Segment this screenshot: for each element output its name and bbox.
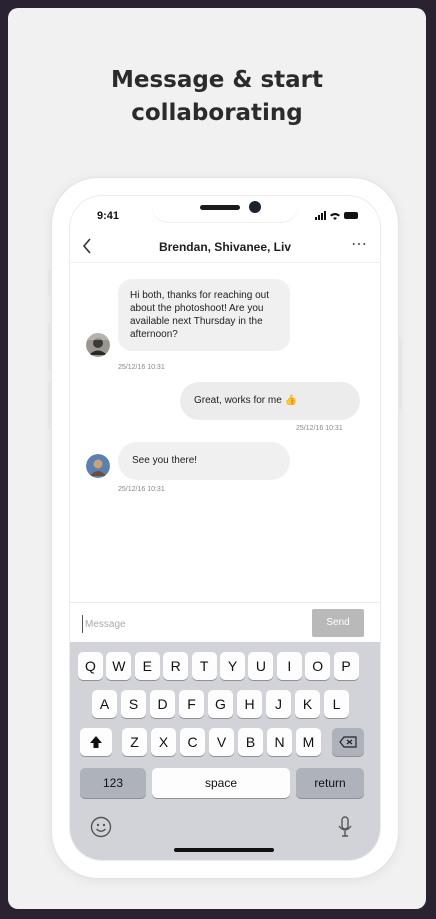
return-key[interactable]: return xyxy=(296,768,364,798)
shift-icon[interactable] xyxy=(80,728,112,756)
message-timestamp: 25/12/16 10:31 xyxy=(118,486,165,493)
key-y[interactable]: Y xyxy=(220,652,245,680)
key-a[interactable]: A xyxy=(92,690,117,718)
key-f[interactable]: F xyxy=(179,690,204,718)
key-h[interactable]: H xyxy=(237,690,262,718)
avatar xyxy=(86,333,110,357)
key-i[interactable]: I xyxy=(276,652,302,680)
send-button[interactable]: Send xyxy=(312,609,364,637)
key-g[interactable]: G xyxy=(208,690,233,718)
on-screen-keyboard: QWERTYUIOP ASDFGHJKL ZXCVBNM 123 space r… xyxy=(70,642,380,860)
key-s[interactable]: S xyxy=(121,690,146,718)
key-c[interactable]: C xyxy=(180,728,205,756)
phone-frame: 9:41 Brendan, Shivanee, Liv ⋯ Hi both, t… xyxy=(48,178,402,878)
key-o[interactable]: O xyxy=(305,652,331,680)
key-w[interactable]: W xyxy=(106,652,132,680)
message-bubble-outgoing: Great, works for me 👍 xyxy=(180,382,360,420)
key-b[interactable]: B xyxy=(238,728,263,756)
key-r[interactable]: R xyxy=(163,652,189,680)
signal-icon xyxy=(315,211,326,220)
message-text: Hi both, thanks for reaching out about t… xyxy=(130,290,269,340)
promo-card: Message & start collaborating 9:41 Brend… xyxy=(8,8,426,909)
message-text: See you there! xyxy=(132,455,198,466)
key-x[interactable]: X xyxy=(151,728,176,756)
phone-side-button xyxy=(48,322,52,370)
message-input[interactable] xyxy=(82,615,287,633)
key-m[interactable]: M xyxy=(296,728,321,756)
microphone-icon[interactable] xyxy=(337,816,353,838)
key-t[interactable]: T xyxy=(191,652,217,680)
message-timestamp: 25/12/16 10:31 xyxy=(118,364,165,371)
phone-side-button xyxy=(48,382,52,430)
notch xyxy=(152,196,298,222)
speaker xyxy=(200,205,240,210)
phone-side-button xyxy=(398,338,402,410)
phone-side-button xyxy=(48,270,52,296)
more-dots-icon[interactable]: ⋯ xyxy=(351,234,368,254)
key-e[interactable]: E xyxy=(134,652,160,680)
emoji-icon[interactable] xyxy=(90,816,112,838)
battery-icon xyxy=(344,212,358,219)
message-text: Great, works for me 👍 xyxy=(194,395,298,406)
key-j[interactable]: J xyxy=(266,690,291,718)
message-timestamp: 25/12/16 10:31 xyxy=(296,425,343,432)
key-v[interactable]: V xyxy=(209,728,234,756)
chat-header: Brendan, Shivanee, Liv ⋯ xyxy=(70,232,380,263)
front-camera xyxy=(249,201,261,213)
chat-title: Brendan, Shivanee, Liv xyxy=(158,240,292,254)
key-p[interactable]: P xyxy=(333,652,359,680)
wifi-icon xyxy=(330,212,340,220)
status-icons xyxy=(315,211,358,220)
numbers-key[interactable]: 123 xyxy=(80,768,146,798)
key-n[interactable]: N xyxy=(267,728,292,756)
key-l[interactable]: L xyxy=(324,690,349,718)
key-d[interactable]: D xyxy=(150,690,175,718)
space-key[interactable]: space xyxy=(152,768,290,798)
headline: Message & start collaborating xyxy=(110,67,324,126)
message-bubble-incoming: See you there! xyxy=(118,442,290,480)
status-time: 9:41 xyxy=(97,210,120,222)
avatar xyxy=(86,454,110,478)
message-composer: Send xyxy=(70,602,380,643)
backspace-icon[interactable] xyxy=(332,728,364,756)
message-bubble-incoming: Hi both, thanks for reaching out about t… xyxy=(118,279,290,351)
key-k[interactable]: K xyxy=(295,690,320,718)
home-indicator xyxy=(174,848,274,852)
key-q[interactable]: Q xyxy=(78,652,103,680)
key-u[interactable]: U xyxy=(248,652,274,680)
key-z[interactable]: Z xyxy=(122,728,147,756)
phone-screen: 9:41 Brendan, Shivanee, Liv ⋯ Hi both, t… xyxy=(70,196,380,860)
